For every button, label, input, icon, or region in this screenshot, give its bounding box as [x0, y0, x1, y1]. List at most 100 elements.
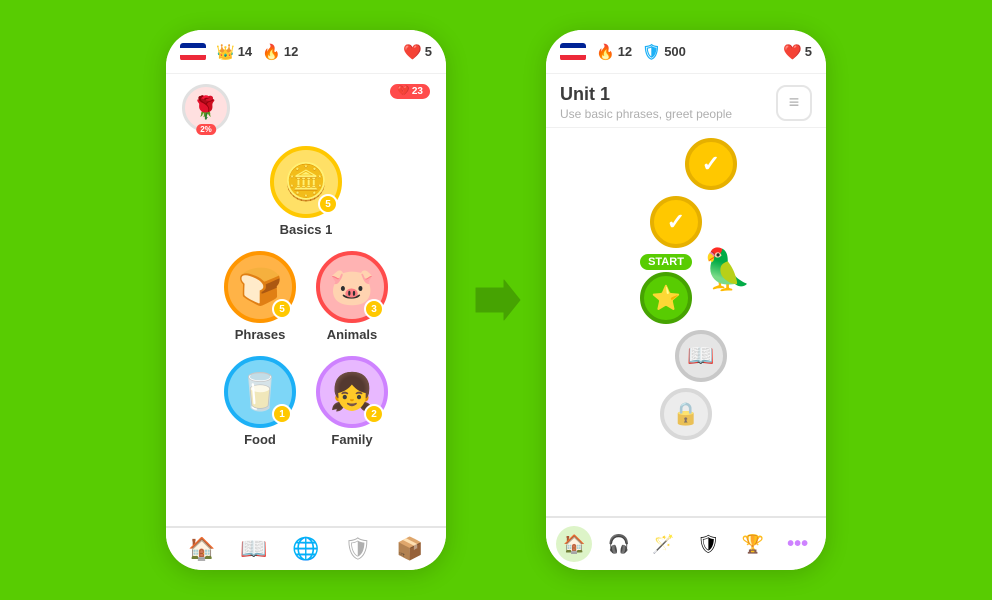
unit-subtitle: Use basic phrases, greet people — [560, 107, 732, 121]
phrases-badge: 5 — [272, 299, 292, 319]
right-fire-value: 12 — [618, 44, 632, 59]
nav-home[interactable]: 🏠 — [188, 536, 215, 562]
path-nodes: ✓ ✓ START ⭐ 🦜 — [546, 138, 826, 446]
food-circle[interactable]: 🥛 1 — [224, 356, 296, 428]
unit-title: Unit 1 — [560, 84, 732, 105]
node-4-icon: 📖 — [687, 343, 714, 369]
right-nav-home[interactable]: 🏠 — [556, 526, 592, 562]
xp-percent: 2% — [196, 124, 216, 135]
node-4: 📖 — [675, 330, 727, 382]
duo-mascot: 🦜 — [702, 250, 752, 290]
unit-header: Unit 1 Use basic phrases, greet people ≡ — [546, 74, 826, 128]
unit-title-row: Unit 1 Use basic phrases, greet people ≡ — [560, 84, 812, 121]
node-5: 🔒 — [660, 388, 712, 440]
left-top-bar: 👑 14 🔥 12 ❤️ 5 — [166, 30, 446, 74]
node-3-group: START ⭐ 🦜 — [640, 254, 692, 324]
node-1-circle[interactable]: ✓ — [685, 138, 737, 190]
family-badge: 2 — [364, 404, 384, 424]
node-3-icon: ⭐ — [651, 284, 681, 313]
node-5-icon: 🔒 — [672, 401, 699, 427]
fire-value: 12 — [284, 44, 298, 59]
notes-button[interactable]: ≡ — [776, 85, 812, 121]
food-badge: 1 — [272, 404, 292, 424]
right-phone: 🔥 12 🛡 500 ❤️ 5 Unit 1 Use basic phrases… — [546, 30, 826, 570]
crown-stat: 👑 14 — [216, 43, 252, 61]
path-area: ✓ ✓ START ⭐ 🦜 — [546, 128, 826, 516]
right-practice-icon: 🪄 — [652, 534, 674, 555]
right-league-icon: 🛡 — [697, 534, 720, 555]
nav-learn[interactable]: 📖 — [240, 536, 267, 562]
broken-heart-icon: 💔 — [397, 86, 409, 97]
lesson-basics1: 🪙 5 Basics 1 — [182, 146, 430, 237]
lesson-row-2: 🥛 1 Food 👧 2 Family — [224, 356, 388, 447]
node-2-circle[interactable]: ✓ — [650, 196, 702, 248]
arrow-container — [470, 274, 522, 326]
food-label: Food — [244, 432, 276, 447]
lesson-row-1: 🍞 5 Phrases 🐷 3 Animals — [224, 251, 388, 342]
animals-circle[interactable]: 🐷 3 — [316, 251, 388, 323]
broken-heart-count: 23 — [412, 86, 423, 97]
nav-league[interactable]: 🛡 — [344, 536, 372, 562]
right-listen-icon: 🎧 — [608, 534, 630, 555]
profile-row: 🌹 2% 💔 23 — [182, 84, 430, 132]
heart-value: 5 — [425, 44, 432, 59]
basics1-label: Basics 1 — [280, 222, 333, 237]
right-fire-stat: 🔥 12 — [596, 43, 632, 61]
left-phone: 👑 14 🔥 12 ❤️ 5 🌹 2% 💔 — [166, 30, 446, 570]
main-wrapper: 👑 14 🔥 12 ❤️ 5 🌹 2% 💔 — [0, 0, 992, 600]
fire-stat: 🔥 12 — [262, 43, 298, 61]
basics1-circle[interactable]: 🪙 5 — [270, 146, 342, 218]
node-1-icon: ✓ — [702, 151, 720, 177]
lesson-family: 👧 2 Family — [316, 356, 388, 447]
lesson-phrases: 🍞 5 Phrases — [224, 251, 296, 342]
node-3-circle[interactable]: ⭐ — [640, 272, 692, 324]
right-shield-stat: 🛡 500 — [642, 43, 686, 61]
right-nav-listen[interactable]: 🎧 — [601, 526, 637, 562]
heart-icon: ❤️ — [403, 43, 422, 61]
right-shield-value: 500 — [664, 44, 686, 59]
phrases-label: Phrases — [235, 327, 286, 342]
animals-badge: 3 — [364, 299, 384, 319]
node-4-circle[interactable]: 📖 — [675, 330, 727, 382]
heart-stat: ❤️ 5 — [403, 43, 432, 61]
node-5-circle: 🔒 — [660, 388, 712, 440]
fire-icon: 🔥 — [262, 43, 281, 61]
right-shield-icon: 🛡 — [642, 43, 661, 61]
left-content: 🌹 2% 💔 23 🪙 5 Basics 1 — [166, 74, 446, 526]
crown-icon: 👑 — [216, 43, 235, 61]
right-home-icon: 🏠 — [563, 534, 585, 555]
broken-heart-badge: 💔 23 — [390, 84, 430, 99]
crown-value: 14 — [238, 44, 252, 59]
right-fire-icon: 🔥 — [596, 43, 615, 61]
right-heart-stat: ❤️ 5 — [783, 43, 812, 61]
node-1: ✓ — [685, 138, 737, 190]
family-circle[interactable]: 👧 2 — [316, 356, 388, 428]
node-2-icon: ✓ — [667, 209, 685, 235]
right-heart-value: 5 — [805, 44, 812, 59]
notes-icon: ≡ — [789, 92, 800, 113]
lesson-animals: 🐷 3 Animals — [316, 251, 388, 342]
family-label: Family — [331, 432, 372, 447]
start-label: START — [640, 254, 692, 270]
right-bottom-nav: 🏠 🎧 🪄 🛡 🏆 ••• — [546, 516, 826, 570]
basics1-badge: 5 — [318, 194, 338, 214]
right-nav-practice[interactable]: 🪄 — [646, 526, 682, 562]
right-nav-more[interactable]: ••• — [780, 526, 816, 562]
unit-info: Unit 1 Use basic phrases, greet people — [560, 84, 732, 121]
nav-explore[interactable]: 🌐 — [292, 536, 319, 562]
right-more-icon: ••• — [787, 533, 808, 556]
avatar[interactable]: 🌹 2% — [182, 84, 230, 132]
right-nav-leaderboard[interactable]: 🏆 — [735, 526, 771, 562]
right-top-bar: 🔥 12 🛡 500 ❤️ 5 — [546, 30, 826, 74]
arrow-icon — [470, 274, 522, 326]
phrases-circle[interactable]: 🍞 5 — [224, 251, 296, 323]
avatar-emoji: 🌹 — [192, 95, 219, 121]
lesson-food: 🥛 1 Food — [224, 356, 296, 447]
right-nav-league[interactable]: 🛡 — [690, 526, 726, 562]
animals-label: Animals — [327, 327, 378, 342]
right-trophy-icon: 🏆 — [742, 534, 764, 555]
flag-icon — [180, 43, 206, 61]
right-flag-icon — [560, 43, 586, 61]
left-bottom-nav: 🏠 📖 🌐 🛡 📦 — [166, 526, 446, 570]
nav-shop[interactable]: 📦 — [396, 536, 423, 562]
